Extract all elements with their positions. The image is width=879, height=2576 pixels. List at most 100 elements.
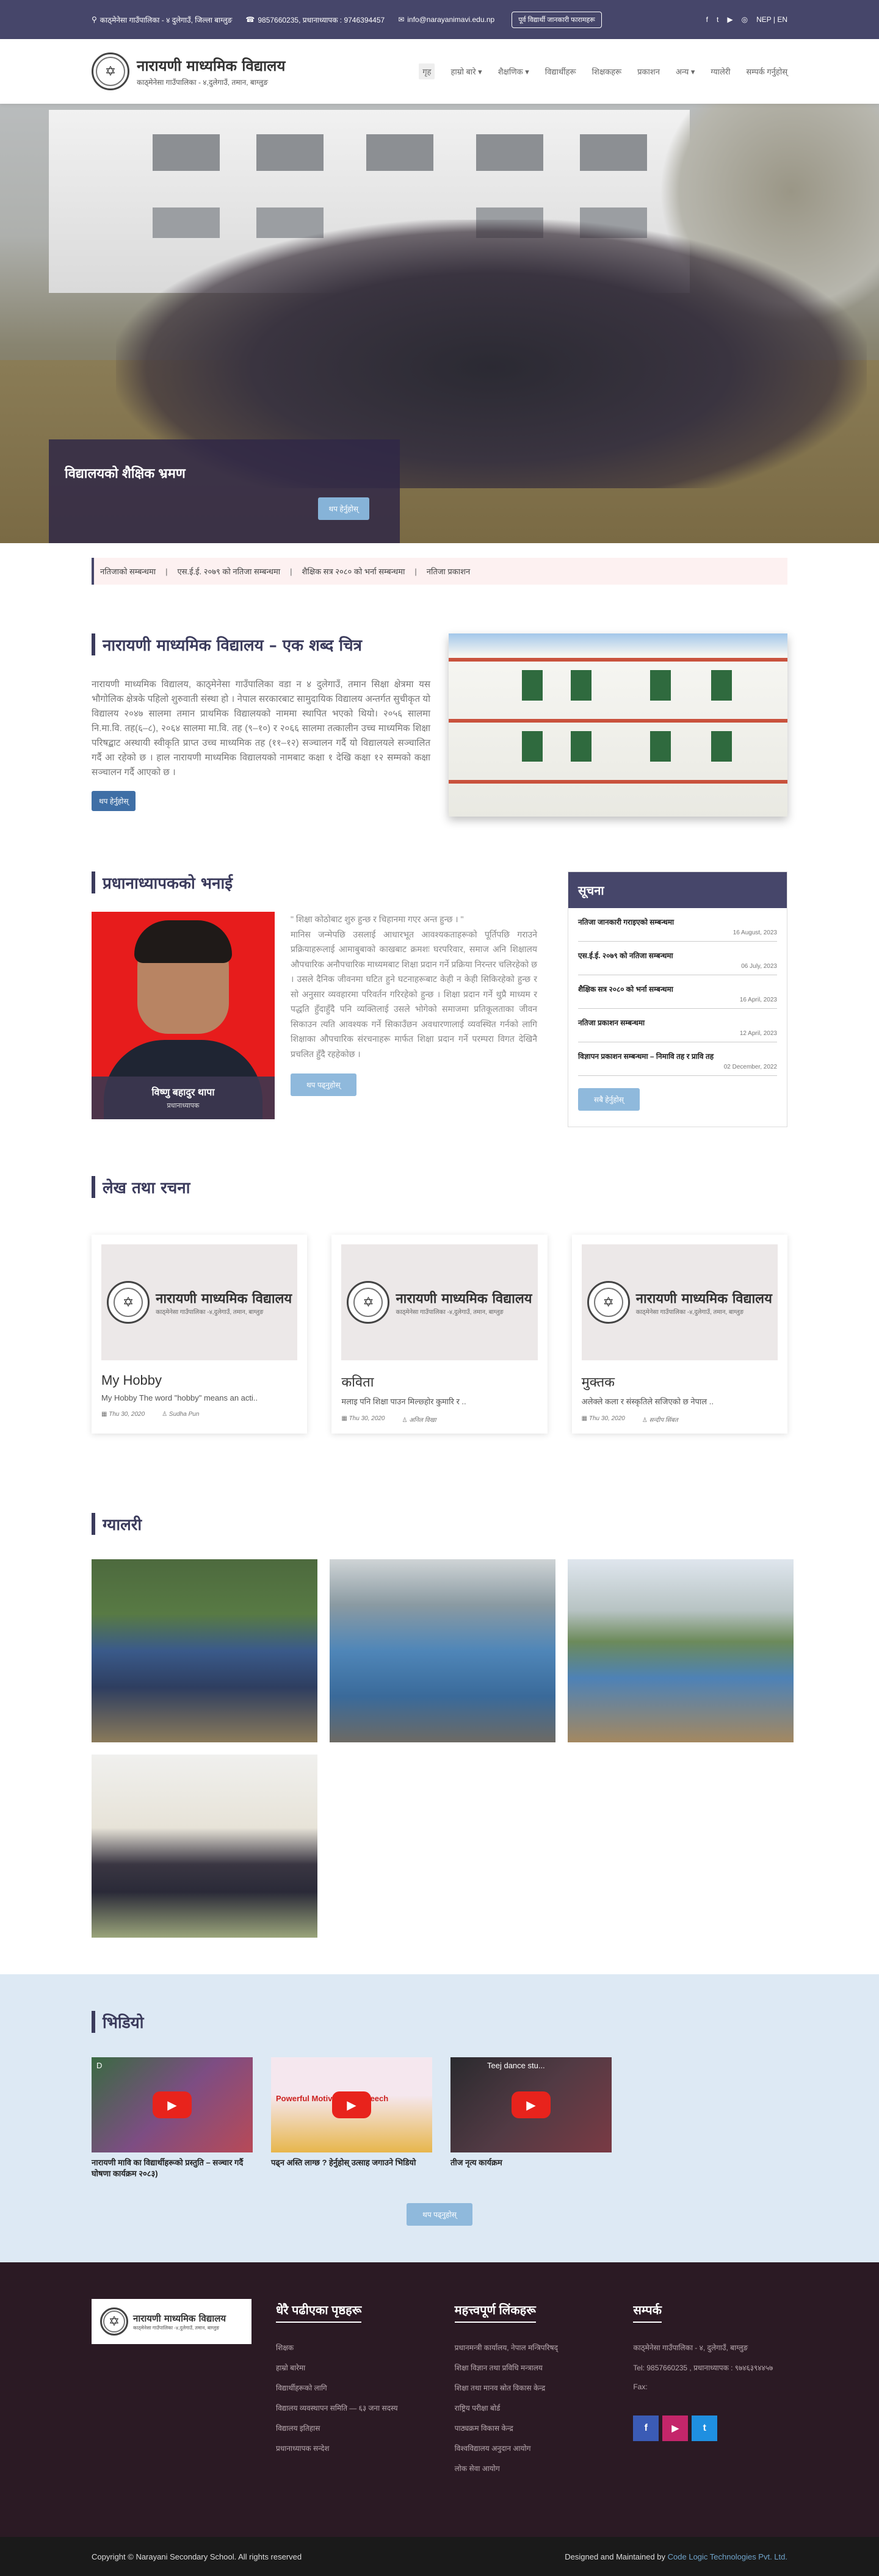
footer-important-title: महत्त्वपूर्ण लिंकहरू xyxy=(454,2301,536,2323)
play-icon[interactable]: ▶ xyxy=(512,2091,551,2118)
video-thumbnail[interactable]: Powerful Motivational Speech▶ xyxy=(271,2057,432,2152)
youtube-icon[interactable]: ▶ xyxy=(662,2415,689,2442)
play-icon[interactable]: ▶ xyxy=(153,2091,192,2118)
article-card[interactable]: ✡ नारायणी माध्यमिक विद्यालय काठ्मेनेसा गा… xyxy=(571,1235,787,1434)
about-text: नारायणी माध्यमिक विद्यालय, काठ्मेनेसा गा… xyxy=(92,679,430,777)
footer-contact: काठ्मेनेसा गाउँपालिका - ४, दुलेगाउँ, बाग… xyxy=(633,2342,787,2391)
footer-popular-links: शिक्षक हाम्रो बारेमा विद्यार्थीहरूको लाग… xyxy=(276,2342,430,2453)
video-caption[interactable]: पढ्न अस्ति लाग्छ ? हेर्नुहोस् उत्साह जगा… xyxy=(271,2157,432,2168)
nav-about[interactable]: हाम्रो बारे ▾ xyxy=(450,66,482,77)
nav-publications[interactable]: प्रकाशन xyxy=(637,66,660,77)
youtube-icon[interactable]: ▶ xyxy=(727,15,733,24)
notice-item[interactable]: नतिजा प्रकाशन सम्बन्धमा 12 April, 2023 xyxy=(578,1009,777,1042)
article-title[interactable]: मुक्तक xyxy=(582,1373,778,1391)
video-thumbnail[interactable]: D ▶ xyxy=(92,2057,253,2152)
article-card[interactable]: ✡ नारायणी माध्यमिक विद्यालय काठ्मेनेसा गा… xyxy=(331,1235,548,1434)
email[interactable]: ✉ info@narayanimavi.edu.np xyxy=(398,15,494,24)
banner-sub: काठ्मेनेसा गाउँपालिका -४,दुलेगाउँ, तमान,… xyxy=(635,1309,744,1316)
principal-read-more-button[interactable]: थप पढ्नुहोस् xyxy=(291,1073,356,1096)
nav-academic[interactable]: शैक्षणिक ▾ xyxy=(498,66,529,77)
banner-title: नारायणी माध्यमिक विद्यालय xyxy=(156,1291,292,1307)
star-icon: ✡ xyxy=(363,1294,374,1310)
nav-contact[interactable]: सम्पर्क गर्नुहोस् xyxy=(746,66,787,77)
facebook-icon[interactable]: f xyxy=(633,2415,659,2442)
gallery-image[interactable] xyxy=(92,1755,317,1938)
twitter-icon[interactable]: t xyxy=(692,2415,718,2442)
hero-view-more-button[interactable]: थप हेर्नुहोस् xyxy=(317,497,369,520)
notice-item-title[interactable]: नतिजा जानकारी गराइएको सम्बन्धमा xyxy=(578,917,777,927)
ticker-item[interactable]: एस.ई.ई. २०७९ को नतिजा सम्बन्धमा xyxy=(178,566,281,577)
calendar-icon: ▦ Thu 30, 2020 xyxy=(341,1415,385,1422)
article-excerpt: अलेक्ले कला र संस्कृतिले सजिएको छ नेपाल … xyxy=(581,1397,714,1406)
footer-link[interactable]: हाम्रो बारेमा xyxy=(276,2362,430,2373)
notice-item-title[interactable]: एस.ई.ई. २०७९ को नतिजा सम्बन्धमा xyxy=(578,950,777,961)
article-banner: ✡ नारायणी माध्यमिक विद्यालय काठ्मेनेसा गा… xyxy=(341,1244,538,1360)
news-ticker: नतिजाको सम्बन्धमा | एस.ई.ई. २०७९ को नतिजा… xyxy=(92,558,787,585)
about-section: नारायणी माध्यमिक विद्यालय – एक शब्द चित्… xyxy=(92,633,787,817)
gallery-image[interactable] xyxy=(568,1559,794,1742)
footer-link[interactable]: विद्यालय व्यवस्थापन समिति — ६३ जना सदस्य xyxy=(276,2403,430,2413)
nav-others[interactable]: अन्य ▾ xyxy=(676,66,695,77)
ticker-item[interactable]: नतिजा प्रकाशन xyxy=(427,566,470,577)
credit-link[interactable]: Code Logic Technologies Pvt. Ltd. xyxy=(668,2552,787,2561)
notice-item[interactable]: एस.ई.ई. २०७९ को नतिजा सम्बन्धमा 06 July, … xyxy=(578,942,777,975)
notice-item-title[interactable]: शैक्षिक सत्र २०८० को भर्ना सम्बन्धमा xyxy=(578,984,777,994)
videos-more-button[interactable]: थप पढ्नुहोस् xyxy=(407,2203,472,2226)
alumni-form-button[interactable]: पूर्व विद्यार्थी जानकारी फारामहरू xyxy=(512,11,602,28)
footer-link[interactable]: पाठ्यक्रम विकास केन्द्र xyxy=(455,2423,609,2433)
hero-slider: विद्यालयको शैक्षिक भ्रमण थप हेर्नुहोस् xyxy=(0,104,879,543)
footer-link[interactable]: विद्यार्थीहरूको लागि xyxy=(276,2383,430,2393)
notice-item[interactable]: नतिजा जानकारी गराइएको सम्बन्धमा 16 August… xyxy=(578,908,777,942)
footer-link[interactable]: राष्ट्रिय परीक्षा बोर्ड xyxy=(455,2403,609,2413)
gallery-image[interactable] xyxy=(92,1559,317,1742)
mail-icon: ✉ xyxy=(398,15,405,24)
article-meta: ▦ Thu 30, 2020 ♙ Sudha Pun xyxy=(101,1411,297,1418)
article-title[interactable]: कविता xyxy=(341,1373,537,1391)
notice-item-title[interactable]: विज्ञापन प्रकाशन सम्बन्धमा – निमावि तह र… xyxy=(578,1051,777,1061)
about-more-button[interactable]: थप हेर्नुहोस् xyxy=(92,791,136,811)
nav-students[interactable]: विद्यार्थीहरू xyxy=(545,66,576,77)
footer-link[interactable]: प्रधानाध्यापक सन्देश xyxy=(276,2443,430,2453)
footer-link[interactable]: शिक्षा तथा मानव स्रोत विकास केन्द्र xyxy=(455,2383,609,2393)
article-date: Thu 30, 2020 xyxy=(109,1411,145,1418)
footer-link[interactable]: लोक सेवा आयोग xyxy=(455,2463,609,2473)
facebook-icon[interactable]: f xyxy=(706,15,708,24)
video-thumbnail[interactable]: Teej dance stu... ▶ xyxy=(450,2057,612,2152)
article-title[interactable]: My Hobby xyxy=(101,1373,297,1388)
footer-link[interactable]: विद्यालय इतिहास xyxy=(276,2423,430,2433)
ticker-item[interactable]: शैक्षिक सत्र २०८० को भर्ना सम्बन्धमा xyxy=(302,566,405,577)
article-author: Sudha Pun xyxy=(168,1411,200,1418)
video-caption[interactable]: नारायणी मावि का विद्यार्थीहरूको प्रस्तुत… xyxy=(92,2157,253,2179)
school-name: नारायणी माध्यमिक विद्यालय xyxy=(137,57,286,74)
nav-home[interactable]: गृह xyxy=(419,63,435,79)
gallery-image[interactable] xyxy=(330,1559,555,1742)
footer-brand[interactable]: ✡ नारायणी माध्यमिक विद्यालय काठ्मेनेसा गा… xyxy=(92,2299,251,2345)
footer-link[interactable]: शिक्षक xyxy=(276,2342,430,2353)
email-text[interactable]: info@narayanimavi.edu.np xyxy=(407,15,494,24)
credit: Designed and Maintained by Code Logic Te… xyxy=(565,2552,787,2561)
notice-item-title[interactable]: नतिजा प्रकाशन सम्बन्धमा xyxy=(578,1017,777,1028)
article-author: अनिल विखा xyxy=(409,1417,436,1424)
video-card[interactable]: Teej dance stu... ▶ तीज नृत्य कार्यक्रम xyxy=(450,2057,612,2179)
principal-photo: विष्णु बहादुर थापा प्रधानाध्यापक xyxy=(92,912,275,1119)
instagram-icon[interactable]: ◎ xyxy=(742,15,748,24)
video-card[interactable]: D ▶ नारायणी मावि का विद्यार्थीहरूको प्रस्… xyxy=(92,2057,253,2179)
notices-view-all-button[interactable]: सबै हेर्नुहोस् xyxy=(578,1088,640,1111)
language-switch[interactable]: NEP | EN xyxy=(756,15,787,24)
ticker-item[interactable]: नतिजाको सम्बन्धमा xyxy=(100,566,156,577)
play-icon[interactable]: ▶ xyxy=(332,2091,371,2118)
twitter-icon[interactable]: t xyxy=(717,15,718,24)
footer-fax: Fax: xyxy=(633,2383,648,2392)
notice-item[interactable]: शैक्षिक सत्र २०८० को भर्ना सम्बन्धमा 16 A… xyxy=(578,975,777,1009)
brand[interactable]: ✡ नारायणी माध्यमिक विद्यालय काठ्मेनेसा ग… xyxy=(92,52,285,90)
phone: ☎ 9857660235, प्रधानाध्यापक : 9746394457 xyxy=(245,15,385,25)
footer-link[interactable]: शिक्षा विज्ञान तथा प्रविधि मन्त्रालय xyxy=(455,2362,609,2373)
footer-link[interactable]: विश्वविद्यालय अनुदान आयोग xyxy=(455,2443,609,2453)
video-caption[interactable]: तीज नृत्य कार्यक्रम xyxy=(450,2157,612,2168)
nav-teachers[interactable]: शिक्षकहरू xyxy=(592,66,622,77)
video-card[interactable]: Powerful Motivational Speech▶ पढ्न अस्ति… xyxy=(271,2057,432,2179)
notice-item[interactable]: विज्ञापन प्रकाशन सम्बन्धमा – निमावि तह र… xyxy=(578,1042,777,1076)
article-card[interactable]: ✡ नारायणी माध्यमिक विद्यालय काठ्मेनेसा गा… xyxy=(92,1235,308,1434)
nav-gallery[interactable]: ग्यालेरी xyxy=(711,66,730,77)
footer-link[interactable]: प्रधानमन्त्री कार्यालय, नेपाल मन्त्रिपरि… xyxy=(455,2342,609,2353)
